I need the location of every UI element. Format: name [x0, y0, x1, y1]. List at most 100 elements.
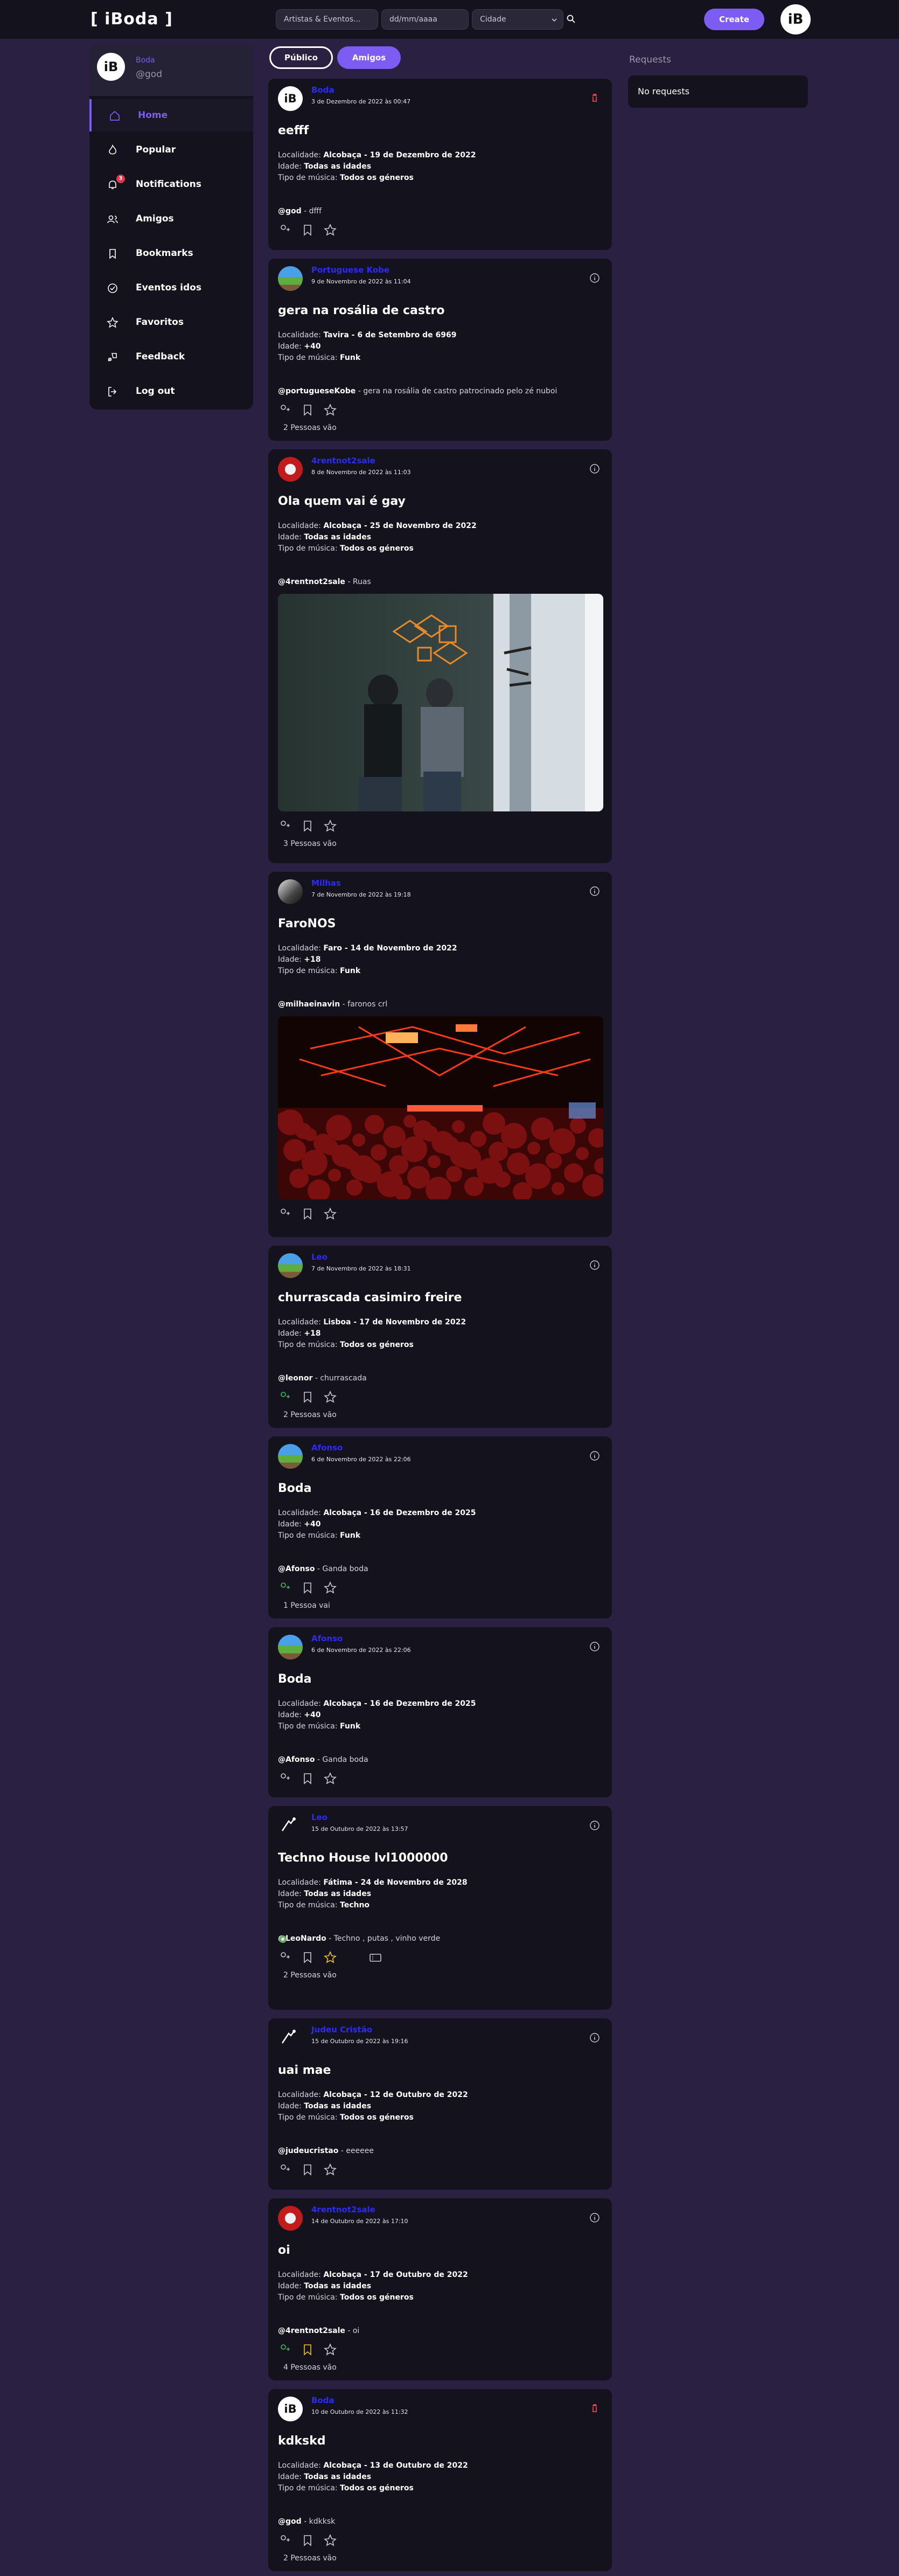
- tab-friends[interactable]: Amigos: [337, 46, 401, 69]
- favorite-icon[interactable]: [323, 1581, 337, 1595]
- create-button[interactable]: Create: [704, 9, 764, 30]
- post-author-name[interactable]: Afonso: [311, 1634, 343, 1643]
- favorite-icon[interactable]: [323, 2343, 337, 2357]
- delete-icon[interactable]: [589, 2403, 600, 2414]
- comment-icon[interactable]: [346, 2343, 360, 2357]
- info-icon[interactable]: [589, 886, 600, 897]
- tab-public[interactable]: Público: [269, 46, 333, 69]
- avatar[interactable]: [278, 1635, 303, 1660]
- bookmark-icon[interactable]: [301, 1207, 315, 1221]
- favorite-icon[interactable]: [323, 1207, 337, 1221]
- sidebar-item-logout[interactable]: Log out: [89, 375, 253, 407]
- going-icon[interactable]: [278, 1581, 292, 1595]
- going-icon[interactable]: [278, 819, 292, 833]
- bookmark-icon[interactable]: [301, 2163, 315, 2177]
- favorite-icon[interactable]: [323, 819, 337, 833]
- avatar[interactable]: [278, 1814, 303, 1838]
- favorite-icon[interactable]: [323, 2163, 337, 2177]
- avatar[interactable]: [278, 879, 303, 904]
- going-icon[interactable]: [278, 1772, 292, 1786]
- comment-icon[interactable]: [346, 1207, 360, 1221]
- favorite-icon[interactable]: [323, 1772, 337, 1786]
- city-select[interactable]: Cidade: [472, 9, 563, 30]
- post-author-name[interactable]: 4rentnot2sale: [311, 456, 375, 466]
- post-author-name[interactable]: Leo: [311, 1252, 327, 1262]
- sidebar-item-past-events[interactable]: Eventos idos: [89, 272, 253, 304]
- post-author-name[interactable]: Portuguese Kobe: [311, 265, 389, 275]
- sidebar-item-favorites[interactable]: Favoritos: [89, 306, 253, 338]
- app-logo[interactable]: [ iBoda ]: [90, 10, 173, 29]
- sidebar-item-bookmarks[interactable]: Bookmarks: [89, 237, 253, 269]
- sidebar-item-popular[interactable]: Popular: [89, 134, 253, 166]
- post-handle[interactable]: @Afonso: [278, 1565, 315, 1573]
- comment-icon[interactable]: [346, 1772, 360, 1786]
- info-icon[interactable]: [589, 1260, 600, 1270]
- info-icon[interactable]: [589, 2032, 600, 2043]
- bookmark-icon[interactable]: [301, 819, 315, 833]
- bookmark-icon[interactable]: [301, 1390, 315, 1404]
- post-handle[interactable]: @god: [278, 207, 302, 216]
- avatar[interactable]: [278, 1253, 303, 1278]
- bookmark-icon[interactable]: [301, 2533, 315, 2547]
- profile-card[interactable]: iB Boda @god: [89, 45, 253, 96]
- post-author-name[interactable]: Afonso: [311, 1443, 343, 1453]
- post-handle[interactable]: @portugueseKobe: [278, 387, 356, 395]
- info-icon[interactable]: [589, 273, 600, 283]
- favorite-icon[interactable]: [323, 403, 337, 417]
- going-icon[interactable]: [278, 2533, 292, 2547]
- bookmark-icon[interactable]: [301, 403, 315, 417]
- post-handle[interactable]: @Afonso: [278, 1755, 315, 1764]
- sidebar-item-feedback[interactable]: Feedback: [89, 341, 253, 373]
- search-input[interactable]: Artistas & Eventos...: [276, 9, 378, 30]
- info-icon[interactable]: [589, 1641, 600, 1652]
- post-handle[interactable]: @judeucristao: [278, 2147, 338, 2155]
- post-handle[interactable]: @god: [278, 2517, 302, 2526]
- sidebar-item-notifications[interactable]: 3 Notifications: [89, 168, 253, 200]
- post-author-name[interactable]: Judeu Cristão: [311, 2025, 372, 2035]
- info-icon[interactable]: [589, 1820, 600, 1831]
- bookmark-icon[interactable]: [301, 1581, 315, 1595]
- comment-icon[interactable]: [346, 223, 360, 237]
- avatar[interactable]: [278, 266, 303, 291]
- info-icon[interactable]: [589, 1450, 600, 1461]
- going-icon[interactable]: [278, 223, 292, 237]
- avatar[interactable]: [278, 2206, 303, 2231]
- post-handle[interactable]: @leonor: [278, 1374, 312, 1383]
- favorite-icon[interactable]: [323, 223, 337, 237]
- info-icon[interactable]: [589, 463, 600, 474]
- comment-icon[interactable]: [346, 1581, 360, 1595]
- post-author-name[interactable]: Boda: [311, 2396, 334, 2405]
- avatar[interactable]: iB: [278, 86, 303, 111]
- comment-icon[interactable]: [346, 2533, 360, 2547]
- bookmark-icon[interactable]: [301, 2343, 315, 2357]
- avatar[interactable]: iB: [278, 2397, 303, 2421]
- going-icon[interactable]: [278, 403, 292, 417]
- avatar[interactable]: [278, 1444, 303, 1469]
- comment-icon[interactable]: [346, 2163, 360, 2177]
- going-icon[interactable]: [278, 1950, 292, 1964]
- post-author-name[interactable]: Leo: [311, 1813, 327, 1822]
- post-author-name[interactable]: Milhas: [311, 878, 341, 888]
- going-icon[interactable]: [278, 2343, 292, 2357]
- going-icon[interactable]: [278, 1390, 292, 1404]
- favorite-icon[interactable]: [323, 2533, 337, 2547]
- post-handle[interactable]: @milhaeinavin: [278, 1000, 340, 1009]
- comment-icon[interactable]: [346, 1390, 360, 1404]
- going-icon[interactable]: [278, 2163, 292, 2177]
- avatar[interactable]: iB: [780, 4, 811, 34]
- post-author-name[interactable]: Boda: [311, 85, 334, 95]
- comment-icon[interactable]: [346, 403, 360, 417]
- sidebar-item-home[interactable]: Home: [89, 99, 253, 131]
- comment-icon[interactable]: [346, 819, 360, 833]
- post-handle[interactable]: @4rentnot2sale: [278, 2327, 345, 2335]
- comment-icon[interactable]: [346, 1950, 360, 1964]
- post-author-name[interactable]: 4rentnot2sale: [311, 2205, 375, 2214]
- search-icon[interactable]: [566, 14, 576, 24]
- bookmark-icon[interactable]: [301, 223, 315, 237]
- sidebar-item-friends[interactable]: Amigos: [89, 203, 253, 235]
- avatar[interactable]: [278, 2026, 303, 2051]
- date-input[interactable]: dd/mm/aaaa: [381, 9, 469, 30]
- avatar[interactable]: [278, 457, 303, 482]
- going-icon[interactable]: [278, 1207, 292, 1221]
- delete-icon[interactable]: [589, 93, 600, 103]
